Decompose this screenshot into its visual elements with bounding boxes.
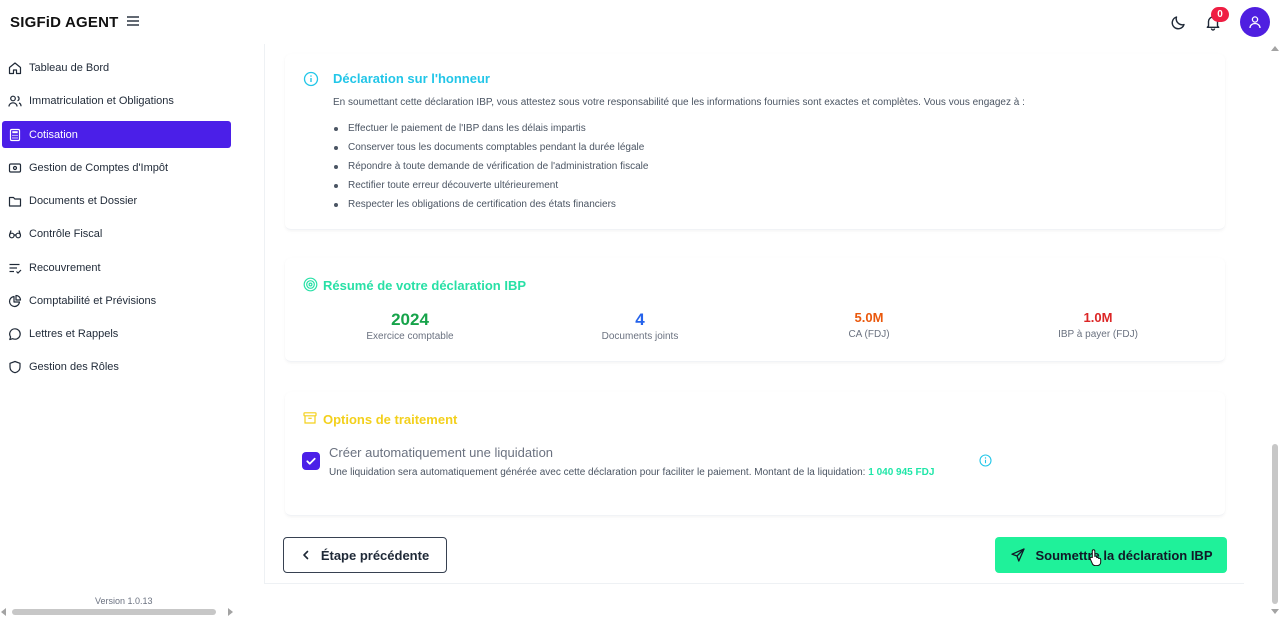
- scroll-right-arrow[interactable]: [228, 608, 233, 616]
- sidebar-item-label: Documents et Dossier: [29, 194, 138, 207]
- stat-label: CA (FDJ): [848, 329, 890, 340]
- info-icon[interactable]: [979, 454, 992, 467]
- user-avatar[interactable]: [1240, 7, 1270, 37]
- declaration-title: Déclaration sur l'honneur: [333, 71, 490, 86]
- sidebar-item-lettres[interactable]: Lettres et Rappels: [2, 320, 231, 347]
- stat-value: 4: [635, 310, 645, 329]
- scrollbar-thumb[interactable]: [1272, 444, 1278, 604]
- stat-ibp: 1.0M IBP à payer (FDJ): [998, 308, 1198, 340]
- stat-value: 2024: [391, 310, 429, 329]
- folder-icon: [8, 196, 22, 207]
- auto-liquidation-description: Une liquidation sera automatiquement gén…: [329, 467, 934, 478]
- list-item: Conserver tous les documents comptables …: [333, 141, 648, 160]
- scroll-left-arrow[interactable]: [1, 608, 6, 616]
- declaration-commitments: Effectuer le paiement de l'IBP dans les …: [333, 122, 648, 217]
- hand-cursor-icon: [1089, 549, 1102, 566]
- sidebar-item-immatriculation[interactable]: Immatriculation et Obligations: [2, 87, 231, 114]
- auto-liquidation-label[interactable]: Créer automatiquement une liquidation: [329, 445, 553, 460]
- app-version: Version 1.0.13: [95, 596, 153, 606]
- hamburger-menu-icon[interactable]: [126, 14, 140, 28]
- declaration-intro: En soumettant cette déclaration IBP, vou…: [333, 97, 1025, 108]
- list-item: Effectuer le paiement de l'IBP dans les …: [333, 122, 648, 141]
- sidebar-item-label: Cotisation: [29, 128, 78, 141]
- description-text: Une liquidation sera automatiquement gén…: [329, 467, 866, 478]
- chevron-left-icon: [303, 550, 309, 560]
- calculator-icon: [9, 128, 21, 141]
- glasses-icon: [8, 229, 22, 238]
- scrollbar-thumb[interactable]: [12, 609, 216, 615]
- scroll-up-arrow[interactable]: [1271, 46, 1279, 51]
- stat-documents: 4 Documents joints: [540, 310, 740, 342]
- sidebar-item-label: Comptabilité et Prévisions: [29, 294, 157, 307]
- sidebar-item-label: Gestion des Rôles: [29, 360, 119, 373]
- sidebar-item-label: Immatriculation et Obligations: [29, 94, 174, 107]
- users-icon: [8, 95, 22, 107]
- sidebar-item-cotisation[interactable]: Cotisation: [2, 121, 231, 148]
- stat-value: 1.0M: [1083, 310, 1113, 325]
- home-icon: [8, 61, 22, 74]
- wallet-icon: [8, 162, 22, 173]
- liquidation-amount: 1 040 945 FDJ: [868, 467, 935, 478]
- sidebar-item-label: Lettres et Rappels: [29, 327, 119, 340]
- auto-liquidation-checkbox[interactable]: [302, 452, 320, 470]
- submit-declaration-label: Soumettre la déclaration IBP: [1035, 547, 1213, 563]
- stat-label: Documents joints: [601, 331, 679, 342]
- stat-ca: 5.0M CA (FDJ): [769, 308, 969, 340]
- content-divider-bottom: [264, 583, 1244, 584]
- message-icon: [9, 327, 21, 340]
- check-icon: [306, 457, 316, 465]
- top-bar: SIGFiD AGENT 0: [0, 0, 1280, 44]
- summary-title: Résumé de votre déclaration IBP: [323, 278, 527, 293]
- app-brand[interactable]: SIGFiD AGENT: [10, 14, 119, 31]
- list-item: Répondre à toute demande de vérification…: [333, 160, 648, 179]
- stat-label: IBP à payer (FDJ): [1058, 329, 1138, 340]
- options-title: Options de traitement: [323, 412, 458, 427]
- sidebar-item-controle-fiscal[interactable]: Contrôle Fiscal: [2, 220, 231, 247]
- stat-value: 5.0M: [854, 310, 884, 325]
- user-icon: [1249, 16, 1261, 29]
- sidebar-item-label: Gestion de Comptes d'Impôt: [29, 161, 169, 174]
- sidebar-item-tableau-de-bord[interactable]: Tableau de Bord: [2, 54, 231, 81]
- archive-icon: [303, 412, 317, 424]
- sidebar-horizontal-scrollbar[interactable]: [0, 606, 240, 618]
- list-item: Respecter les obligations de certificati…: [333, 198, 648, 217]
- moon-icon[interactable]: [1171, 14, 1187, 30]
- sidebar-item-label: Contrôle Fiscal: [29, 227, 103, 240]
- sidebar-item-comptabilite[interactable]: Comptabilité et Prévisions: [2, 287, 231, 314]
- notification-badge: 0: [1211, 7, 1229, 22]
- scroll-down-arrow[interactable]: [1271, 609, 1279, 614]
- sidebar-item-gestion-comptes[interactable]: Gestion de Comptes d'Impôt: [2, 154, 231, 181]
- sidebar: Tableau de Bord Immatriculation et Oblig…: [0, 50, 240, 618]
- content-divider: [264, 44, 265, 584]
- info-icon: [303, 71, 319, 87]
- target-icon: [303, 277, 318, 292]
- sidebar-item-roles[interactable]: Gestion des Rôles: [2, 353, 231, 380]
- previous-step-label: Étape précédente: [320, 547, 430, 563]
- stat-label: Exercice comptable: [366, 331, 454, 342]
- send-icon: [1010, 548, 1025, 562]
- list-check-icon: [9, 263, 22, 274]
- previous-step-button[interactable]: Étape précédente: [283, 537, 447, 573]
- shield-icon: [9, 360, 21, 373]
- main-vertical-scrollbar[interactable]: [1270, 44, 1280, 618]
- submit-declaration-button[interactable]: Soumettre la déclaration IBP: [995, 537, 1227, 573]
- sidebar-item-label: Recouvrement: [29, 261, 101, 274]
- stat-exercice: 2024 Exercice comptable: [310, 310, 510, 342]
- sidebar-item-recouvrement[interactable]: Recouvrement: [2, 254, 231, 281]
- list-item: Rectifier toute erreur découverte ultéri…: [333, 179, 648, 198]
- sidebar-item-documents[interactable]: Documents et Dossier: [2, 187, 231, 214]
- pie-chart-icon: [8, 294, 22, 307]
- sidebar-item-label: Tableau de Bord: [29, 61, 110, 74]
